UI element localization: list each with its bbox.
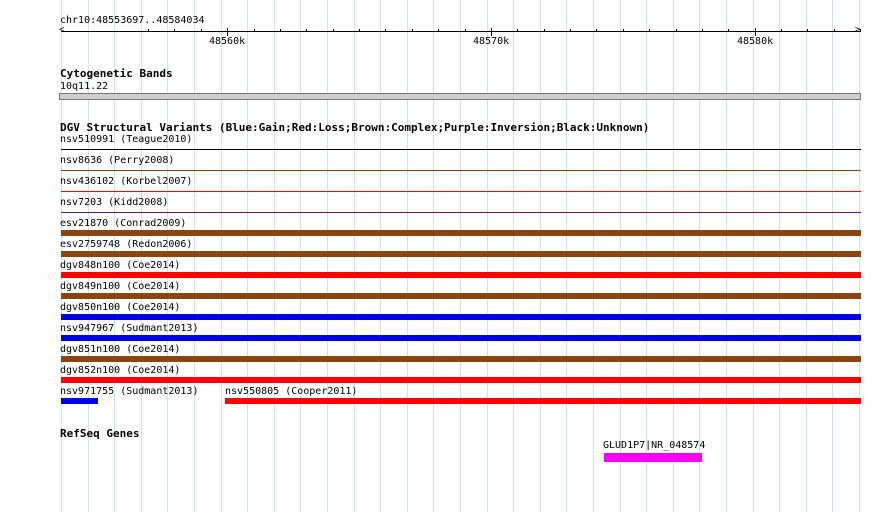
dgv-feature-label: nsv971755 (Sudmant2013) [60,386,199,397]
ruler-minor-tick [280,29,281,32]
dgv-feature-bar[interactable] [61,149,861,150]
dgv-feature-label: dgv849n100 (Coe2014) [60,281,181,292]
ruler-minor-tick [385,29,386,32]
dgv-feature-label: nsv510991 (Teague2010) [60,134,193,145]
genome-browser-view: chr10:48553697..48584034 < > 48560k 48570… [0,0,890,512]
dgv-feature-label: nsv550805 (Cooper2011) [225,386,358,397]
dgv-feature-bar[interactable] [61,314,861,320]
dgv-feature-label: nsv8636 (Perry2008) [60,155,175,166]
ruler-minor-tick [254,29,255,32]
dgv-feature-bar[interactable] [61,356,861,362]
ruler-minor-tick [570,29,571,32]
ruler-minor-tick [728,29,729,32]
dgv-feature-bar[interactable] [61,230,861,236]
ruler-minor-tick [517,29,518,32]
cytoband-bar[interactable] [59,93,861,100]
locus-label: chr10:48553697..48584034 [60,15,205,26]
gene-feature[interactable] [604,453,702,462]
dgv-feature-label: esv21870 (Conrad2009) [60,218,187,229]
ruler-minor-tick [438,29,439,32]
ruler-tick-label: 48560k [209,36,246,47]
dgv-feature-label: dgv852n100 (Coe2014) [60,365,181,376]
gene-label: GLUD1P7|NR_048574 [603,440,706,451]
ruler-minor-tick [359,29,360,32]
dgv-feature-label: dgv850n100 (Coe2014) [60,302,181,313]
ruler-minor-tick [174,29,175,32]
dgv-feature-bar[interactable] [61,335,861,341]
ruler-minor-tick [465,29,466,32]
dgv-feature-label: esv2759748 (Redon2006) [60,239,193,250]
ruler-major-tick [755,28,756,36]
ruler-minor-tick [333,29,334,32]
cytoband-label: 10q11.22 [60,81,109,92]
cytoband-track-title[interactable]: Cytogenetic Bands [60,68,173,80]
dgv-feature-label: dgv848n100 (Coe2014) [60,260,181,271]
ruler-minor-tick [201,29,202,32]
dgv-feature-bar[interactable] [61,251,861,257]
ruler-minor-tick [306,29,307,32]
dgv-feature-bar[interactable] [61,191,861,192]
ruler-minor-tick [807,29,808,32]
ruler-tick-label: 48580k [737,36,774,47]
ruler-minor-tick [596,29,597,32]
dgv-track-title[interactable]: DGV Structural Variants (Blue:Gain;Red:L… [60,122,649,134]
ruler-tick-label: 48570k [473,36,510,47]
dgv-feature-label: dgv851n100 (Coe2014) [60,344,181,355]
ruler-minor-tick [702,29,703,32]
ruler-major-tick [227,28,228,36]
ruler-minor-tick [834,29,835,32]
ruler-minor-tick [649,29,650,32]
refseq-track-title[interactable]: RefSeq Genes [60,428,139,440]
dgv-feature-bar[interactable] [61,272,861,278]
ruler-minor-tick [544,29,545,32]
ruler-minor-tick [676,29,677,32]
dgv-feature-label: nsv7203 (Kidd2008) [60,197,169,208]
dgv-feature-bar[interactable] [61,212,861,213]
ruler-minor-tick [860,29,861,32]
ruler-major-tick [491,28,492,36]
dgv-feature-bar[interactable] [61,398,98,404]
ruler-axis-line [61,31,861,32]
ruler-minor-tick [412,29,413,32]
dgv-feature-bar[interactable] [61,293,861,299]
dgv-feature-bar[interactable] [225,398,861,404]
dgv-feature-label: nsv436102 (Korbel2007) [60,176,193,187]
dgv-feature-label: nsv947967 (Sudmant2013) [60,323,199,334]
ruler-minor-tick [781,29,782,32]
dgv-feature-bar[interactable] [61,170,861,171]
ruler-minor-tick [148,29,149,32]
dgv-feature-bar[interactable] [61,377,861,383]
ruler-minor-tick [623,29,624,32]
ruler-left-arrow: < [59,25,65,35]
